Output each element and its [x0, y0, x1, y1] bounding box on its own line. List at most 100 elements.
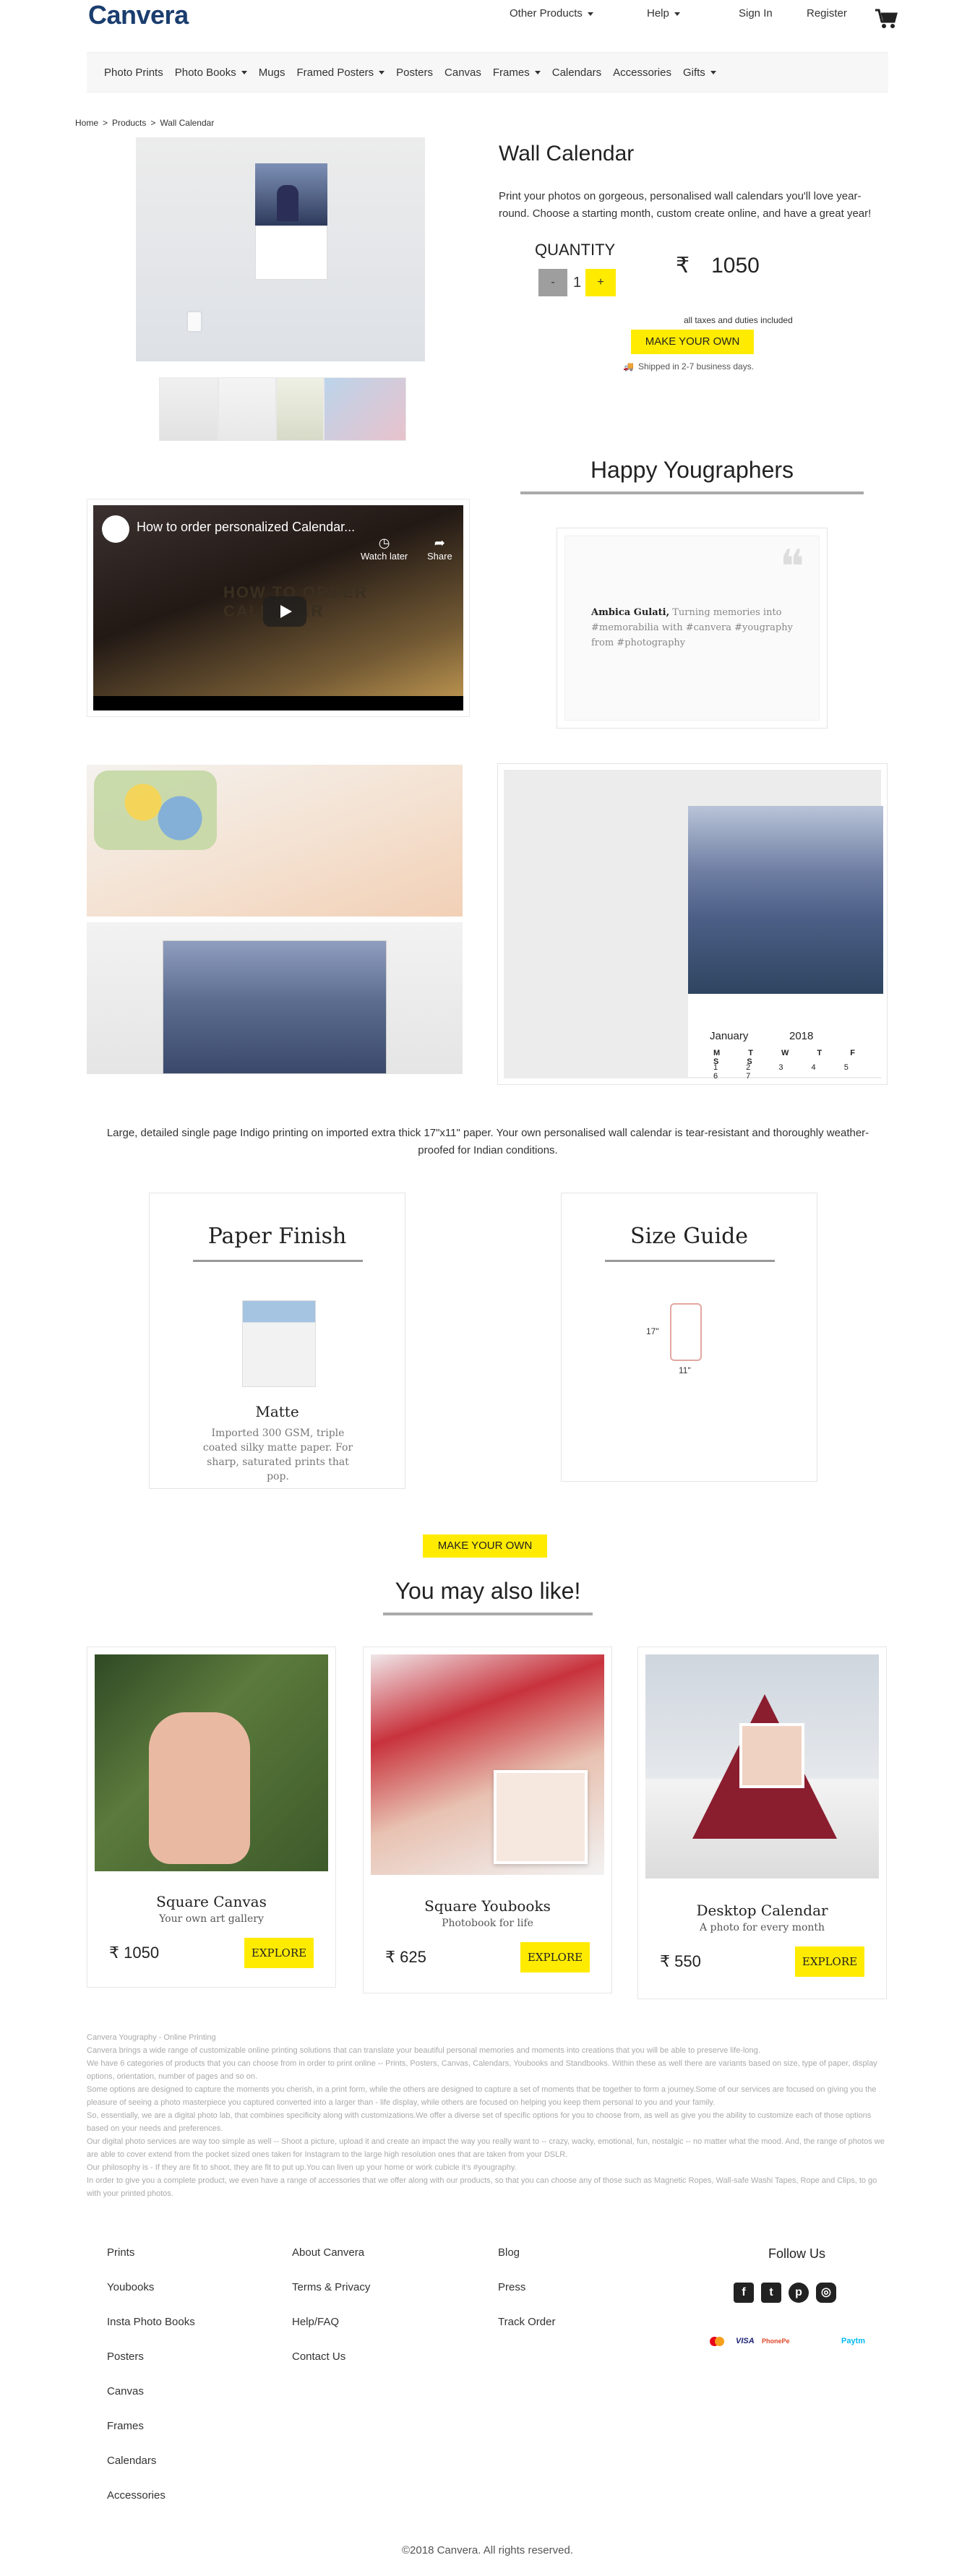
product-name: Desktop Calendar [696, 1902, 828, 1919]
explore-button[interactable]: EXPLORE [244, 1938, 314, 1968]
footer-link-accessories[interactable]: Accessories [107, 2489, 195, 2524]
quantity-decrease-button[interactable]: - [538, 269, 567, 296]
footer-link-track-order[interactable]: Track Order [498, 2316, 555, 2350]
title-underline [605, 1260, 775, 1262]
calendar-month: January [710, 1030, 749, 1042]
nav-item-calendars[interactable]: Calendars [552, 66, 601, 79]
seo-text-block: Canvera Yougraphy - Online Printing Canv… [87, 2031, 889, 2200]
footer-link-terms[interactable]: Terms & Privacy [292, 2281, 370, 2316]
nav-item-gifts[interactable]: Gifts [683, 66, 716, 79]
product-thumbnail[interactable] [159, 377, 218, 441]
visa-icon: VISA [736, 2337, 755, 2345]
size-width: 11" [679, 1365, 691, 1375]
breadcrumb-current: Wall Calendar [160, 118, 215, 128]
footer-link-prints[interactable]: Prints [107, 2246, 195, 2281]
paper-sample-image [242, 1300, 316, 1387]
share-label: Share [427, 551, 452, 562]
video-embed[interactable]: How to order personalized Calendar... ◷ W… [87, 499, 470, 717]
calendar-year: 2018 [789, 1030, 814, 1042]
paper-finish-title: Paper Finish [207, 1224, 347, 1249]
copyright: ©2018 Canvera. All rights reserved. [401, 2544, 573, 2556]
footer-link-insta-photo-books[interactable]: Insta Photo Books [107, 2316, 195, 2350]
product-image [645, 1654, 879, 1879]
watch-later-button[interactable]: ◷ Watch later [361, 536, 408, 562]
product-thumbnail[interactable] [324, 377, 406, 441]
footer-link-posters[interactable]: Posters [107, 2350, 195, 2385]
video-title[interactable]: How to order personalized Calendar... [137, 520, 355, 535]
nav-item-mugs[interactable]: Mugs [259, 66, 285, 79]
help-menu[interactable]: Help [647, 7, 680, 20]
make-your-own-button[interactable]: MAKE YOUR OWN [423, 1534, 547, 1558]
nav-item-posters[interactable]: Posters [396, 66, 433, 79]
product-thumbnail[interactable] [276, 377, 324, 441]
product-card-square-youbooks[interactable]: Square Youbooks Photobook for life ₹ 625… [363, 1647, 612, 1993]
share-icon: ➦ [434, 536, 445, 550]
product-image [95, 1654, 328, 1871]
paper-name: Matte [255, 1403, 299, 1420]
play-button[interactable] [263, 596, 306, 627]
feature-description: Large, detailed single page Indigo print… [106, 1127, 869, 1156]
footer-link-press[interactable]: Press [498, 2281, 555, 2316]
nav-item-photo-prints[interactable]: Photo Prints [104, 66, 163, 79]
shipping-text: Shipped in 2-7 business days. [637, 361, 755, 372]
footer-products-column: Prints Youbooks Insta Photo Books Poster… [107, 2246, 195, 2524]
seo-paragraph: Canvera Yougraphy - Online Printing [87, 2033, 216, 2042]
testimonials-title: Happy Yougraphers [590, 457, 794, 483]
cart-icon[interactable] [875, 9, 898, 29]
other-products-menu[interactable]: Other Products [510, 7, 593, 20]
footer-link-help[interactable]: Help/FAQ [292, 2316, 370, 2350]
nav-item-frames[interactable]: Frames [493, 66, 541, 79]
size-guide-title: Size Guide [630, 1224, 749, 1249]
footer-link-contact[interactable]: Contact Us [292, 2350, 370, 2385]
product-main-image [136, 137, 425, 361]
share-button[interactable]: ➦ Share [427, 536, 452, 562]
product-title: Wall Calendar [499, 142, 635, 166]
seo-paragraph: We have 6 categories of products that yo… [87, 2059, 877, 2081]
make-your-own-button[interactable]: MAKE YOUR OWN [631, 330, 754, 354]
twitter-icon[interactable]: t [761, 2283, 781, 2303]
nav-item-accessories[interactable]: Accessories [613, 66, 671, 79]
breadcrumb-products[interactable]: Products [112, 118, 146, 128]
shipping-note: 🚚 Shipped in 2-7 business days. [623, 361, 754, 372]
nav-item-canvas[interactable]: Canvas [444, 66, 481, 79]
product-card-desktop-calendar[interactable]: Desktop Calendar A photo for every month… [637, 1647, 887, 1999]
clock-icon: ◷ [378, 536, 390, 550]
footer-link-blog[interactable]: Blog [498, 2246, 555, 2281]
sign-in-link[interactable]: Sign In [739, 7, 773, 20]
quote-icon: ❝ [779, 541, 804, 594]
video-bottom-bar [93, 696, 463, 710]
pinterest-icon[interactable]: p [789, 2283, 809, 2303]
nav-item-photo-books[interactable]: Photo Books [175, 66, 247, 79]
product-price: ₹ 1050 [109, 1944, 160, 1962]
quantity-label: QUANTITY [535, 241, 616, 259]
footer-link-youbooks[interactable]: Youbooks [107, 2281, 195, 2316]
nav-item-framed-posters[interactable]: Framed Posters [296, 66, 385, 79]
footer-link-canvas[interactable]: Canvas [107, 2385, 195, 2420]
explore-button[interactable]: EXPLORE [520, 1942, 590, 1972]
seo-paragraph: Our philosophy is - If they are fit to s… [87, 2163, 517, 2172]
seo-paragraph: Canvera brings a wide range of customiza… [87, 2046, 760, 2055]
price-value: 1050 [711, 254, 760, 278]
title-underline [383, 1613, 593, 1615]
testimonial-author: Ambica Gulati, [591, 607, 670, 618]
explore-button[interactable]: EXPLORE [795, 1946, 864, 1977]
facebook-icon[interactable]: f [734, 2283, 754, 2303]
calendar-photo [255, 163, 327, 226]
truck-icon: 🚚 [623, 361, 634, 372]
testimonial-text: Ambica Gulati, Turning memories into #me… [591, 605, 794, 651]
breadcrumb: Home > Products > Wall Calendar [75, 118, 218, 128]
gallery-image-calendar-flowers [87, 765, 463, 916]
footer-link-frames[interactable]: Frames [107, 2420, 195, 2455]
breadcrumb-separator: > [150, 118, 156, 128]
register-link[interactable]: Register [807, 7, 847, 20]
breadcrumb-home[interactable]: Home [75, 118, 98, 128]
product-thumbnail[interactable] [218, 377, 276, 441]
paper-finish-card: Paper Finish Matte Imported 300 GSM, tri… [149, 1193, 405, 1489]
footer-link-calendars[interactable]: Calendars [107, 2455, 195, 2489]
canvera-logo[interactable]: Canvera [88, 0, 189, 30]
instagram-icon[interactable]: ◎ [816, 2283, 836, 2303]
quantity-increase-button[interactable]: + [585, 269, 616, 296]
footer-link-about[interactable]: About Canvera [292, 2246, 370, 2281]
product-card-square-canvas[interactable]: Square Canvas Your own art gallery ₹ 105… [87, 1647, 336, 1988]
vase-decoration [186, 311, 202, 332]
